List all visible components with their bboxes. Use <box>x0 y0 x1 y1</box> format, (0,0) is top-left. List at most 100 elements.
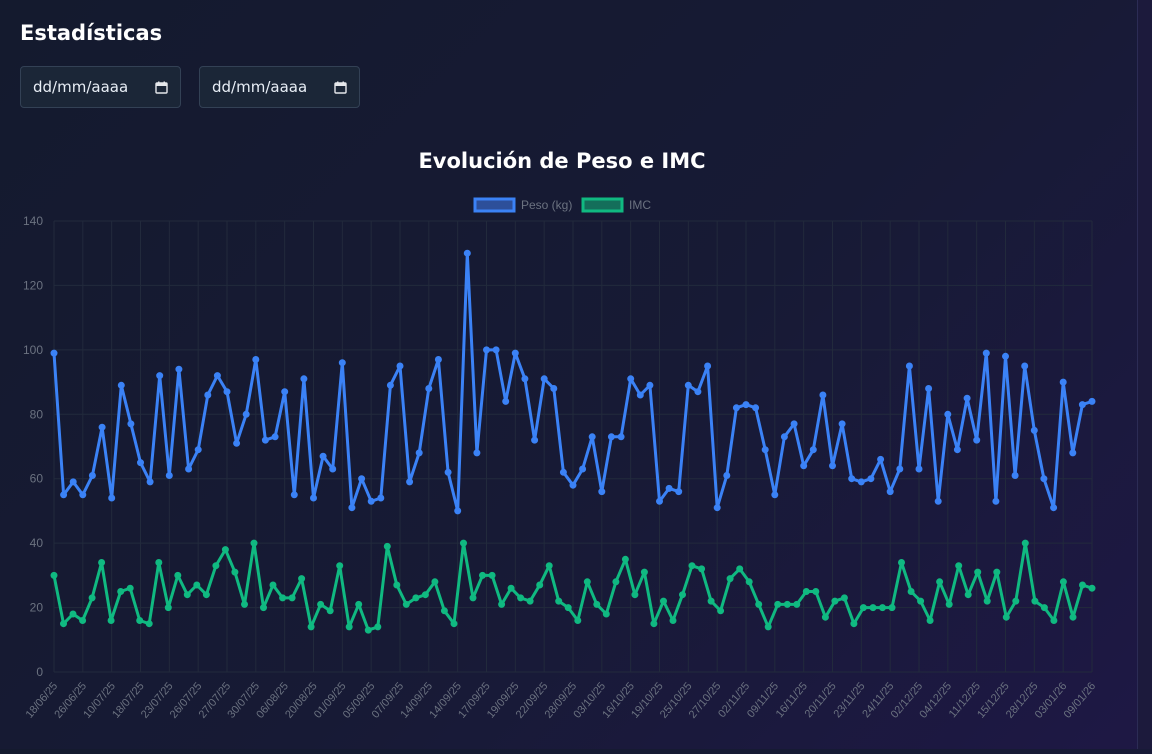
peso-data-point <box>310 494 317 502</box>
peso-data-point <box>704 362 712 370</box>
imc-data-point <box>898 559 905 566</box>
legend-item-peso[interactable]: Peso (kg) <box>473 197 572 213</box>
imc-data-point <box>469 594 477 602</box>
peso-data-point <box>886 488 894 496</box>
chart-grid <box>53 220 1093 673</box>
peso-data-point <box>463 249 471 257</box>
page-title: Estadísticas <box>20 21 163 45</box>
peso-data-point <box>261 436 269 444</box>
peso-data-point <box>925 385 933 392</box>
y-tick-label: 40 <box>30 536 44 550</box>
peso-data-point <box>1069 449 1077 457</box>
imc-data-point <box>717 607 725 615</box>
peso-data-point <box>281 388 289 396</box>
peso-data-point <box>502 397 510 405</box>
peso-data-point <box>1059 378 1067 386</box>
peso-data-point <box>905 362 913 370</box>
peso-data-point <box>233 439 241 447</box>
imc-data-point <box>526 597 534 605</box>
peso-data-point <box>1002 352 1009 360</box>
imc-data-point <box>60 620 67 628</box>
peso-data-point <box>88 472 96 479</box>
chart-title: Evolución de Peso e IMC <box>418 149 705 173</box>
imc-data-point <box>355 600 363 608</box>
imc-data-point <box>707 597 715 605</box>
imc-data-point <box>98 559 106 566</box>
weight-bmi-chart: Evolución de Peso e IMC 0 20 40 60 80 100 120 1… <box>0 130 1120 749</box>
calendar-icon[interactable] <box>334 81 347 94</box>
imc-data-point <box>479 571 486 579</box>
imc-data-point <box>221 546 229 554</box>
end-date-placeholder: dd/mm/aaaa <box>212 78 308 96</box>
peso-data-point <box>175 365 183 373</box>
peso-data-point <box>540 375 548 383</box>
imc-data-point <box>640 568 648 576</box>
imc-data-point <box>917 597 925 605</box>
imc-data-point <box>783 600 791 608</box>
peso-data-point <box>684 381 692 389</box>
legend-item-imc[interactable]: IMC <box>581 197 651 213</box>
imc-data-point <box>1050 617 1058 624</box>
end-date-input[interactable]: dd/mm/aaaa <box>199 66 360 108</box>
imc-data-point <box>1040 604 1048 612</box>
peso-data-point <box>771 491 779 499</box>
imc-data-point <box>393 581 401 589</box>
imc-data-point <box>974 568 982 576</box>
peso-data-point <box>98 423 106 431</box>
legend-swatch-imc <box>581 197 624 213</box>
peso-data-point <box>406 478 414 486</box>
y-tick-label: 100 <box>23 343 43 357</box>
peso-data-point <box>780 433 788 441</box>
peso-data-point <box>617 433 625 441</box>
imc-data-point <box>250 539 258 547</box>
imc-data-point <box>688 562 696 570</box>
imc-data-point <box>964 591 972 599</box>
imc-data-point <box>1012 597 1020 605</box>
peso-data-point <box>1030 426 1038 434</box>
peso-data-point <box>108 494 116 502</box>
peso-data-point <box>569 481 577 489</box>
peso-data-point <box>723 472 731 479</box>
peso-data-point <box>1088 397 1096 405</box>
peso-data-point <box>137 459 144 467</box>
imc-data-point <box>193 581 201 589</box>
imc-data-point <box>88 594 96 602</box>
imc-data-point <box>1059 578 1067 586</box>
peso-data-point <box>252 356 260 363</box>
peso-data-point <box>953 446 961 454</box>
peso-data-point <box>790 420 798 428</box>
imc-data-point <box>955 562 963 570</box>
imc-data-point <box>869 604 877 612</box>
peso-data-point <box>415 449 423 457</box>
y-tick-label: 80 <box>30 407 44 421</box>
peso-data-point <box>675 488 683 496</box>
peso-data-point <box>185 465 193 473</box>
imc-data-point <box>936 578 944 586</box>
peso-data-point <box>204 391 212 399</box>
imc-data-point <box>298 575 306 583</box>
peso-data-point <box>896 465 904 473</box>
imc-data-point <box>993 568 1001 576</box>
legend-swatch-peso <box>473 197 516 213</box>
peso-data-point <box>973 436 981 444</box>
imc-data-point <box>736 565 744 573</box>
peso-data-point <box>598 488 606 496</box>
imc-data-point <box>879 604 886 612</box>
peso-data-point <box>963 394 971 402</box>
imc-data-point <box>488 571 496 579</box>
imc-data-point <box>155 559 163 566</box>
peso-data-point <box>1040 475 1048 483</box>
peso-data-point <box>838 420 846 428</box>
peso-data-point <box>944 410 952 418</box>
peso-data-point <box>800 462 808 470</box>
calendar-icon[interactable] <box>155 81 168 94</box>
imc-data-point <box>174 571 182 579</box>
imc-data-point <box>107 617 115 624</box>
peso-data-point <box>338 359 346 367</box>
peso-data-point <box>165 472 173 479</box>
start-date-input[interactable]: dd/mm/aaaa <box>20 66 181 108</box>
imc-data-point <box>1031 597 1039 605</box>
peso-data-point <box>742 401 750 409</box>
peso-data-point <box>665 484 673 492</box>
chart-legend: Peso (kg) IMC <box>473 197 651 213</box>
